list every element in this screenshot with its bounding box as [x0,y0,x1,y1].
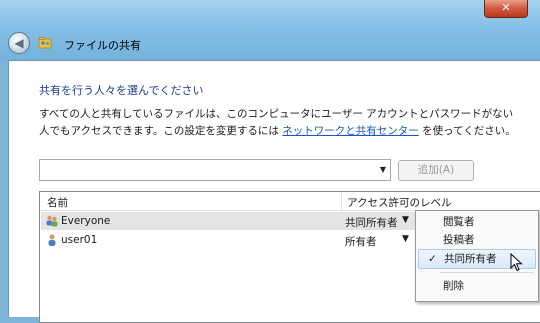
checkmark-icon: ✓ [428,253,437,265]
row-permission[interactable]: 所有者 [345,234,377,249]
column-header-access[interactable]: アクセス許可のレベル [347,195,451,210]
description-text: すべての人と共有しているファイルは、このコンピュータにユーザー アカウントとパス… [39,108,516,137]
window-title: ファイルの共有 [64,39,141,52]
row-user-name: user01 [61,234,98,246]
close-button[interactable]: ✕ [484,0,528,18]
title-bar: ✕ ◀ ファイルの共有 [0,0,540,60]
dropdown-arrow-icon[interactable]: ▼ [380,165,386,174]
column-divider [341,192,342,210]
network-sharing-center-link[interactable]: ネットワークと共有センター [282,125,419,137]
user-group-icon [46,215,58,227]
column-header-name[interactable]: 名前 [47,195,68,210]
permission-dropdown-arrow-icon[interactable]: ▼ [402,234,409,244]
row-user-name: Everyone [61,215,111,227]
list-header: 名前 アクセス許可のレベル [40,192,540,211]
menu-item-remove[interactable]: 削除 [416,277,538,295]
mouse-cursor-icon [510,253,523,272]
add-button: 追加(A) [398,160,474,181]
share-folder-icon [38,37,52,49]
user-icon [48,234,56,246]
back-button[interactable]: ◀ [8,32,30,54]
menu-item-contributor[interactable]: 投稿者 [416,231,538,249]
permission-dropdown-arrow-icon[interactable]: ▼ [402,215,409,225]
back-arrow-icon: ◀ [14,36,24,50]
row-permission[interactable]: 共同所有者 [345,215,398,230]
user-combo-box[interactable]: ▼ [39,159,391,181]
page-heading: 共有を行う人々を選んでください [39,84,204,97]
menu-item-reader[interactable]: 閲覧者 [416,213,538,231]
